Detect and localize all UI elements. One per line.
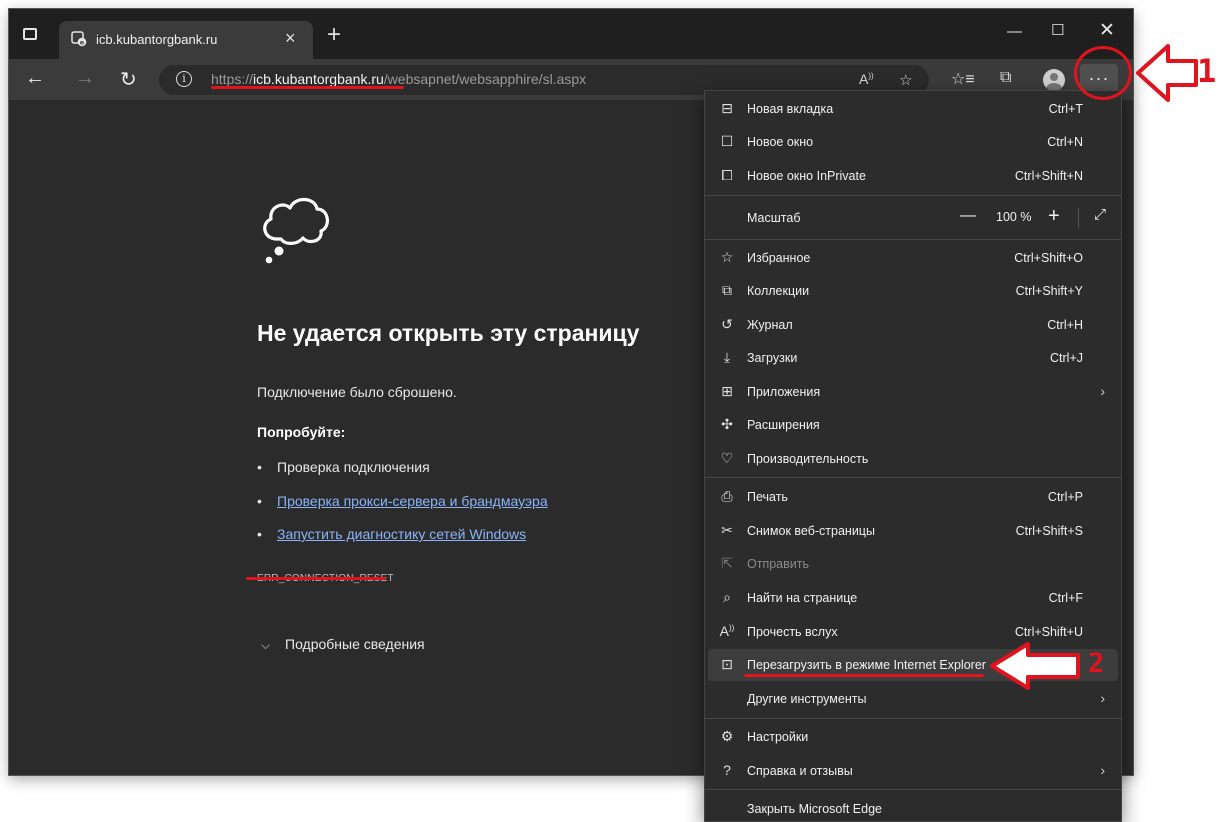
menu-separator: [705, 718, 1121, 719]
zoom-level: 100 %: [996, 210, 1032, 224]
proxy-firewall-link[interactable]: Проверка прокси-сервера и брандмауэра: [277, 493, 548, 509]
settings-menu: ⊟ Новая вкладка Ctrl+T ☐ Новое окно Ctrl+N ⧠…: [704, 90, 1122, 822]
annotation-url-underline: [211, 86, 404, 89]
tab-close-icon[interactable]: ×: [285, 28, 296, 49]
history-icon: ↺: [721, 316, 733, 332]
try-label: Попробуйте:: [257, 424, 346, 440]
chevron-right-icon: ›: [1100, 383, 1105, 399]
menu-item-find[interactable]: ⌕ Найти на странице Ctrl+F: [705, 582, 1121, 614]
back-icon[interactable]: ←: [25, 67, 45, 90]
minimize-icon[interactable]: —: [1007, 23, 1022, 40]
inprivate-icon: ⧠: [721, 167, 733, 183]
annotation-arrow-2-icon: [990, 642, 1080, 690]
url-host: icb.kubantorgbank.ru: [253, 71, 384, 87]
read-aloud-address-icon[interactable]: A)): [859, 71, 874, 87]
tab-actions-icon[interactable]: [23, 28, 37, 40]
menu-item-history[interactable]: ↺ Журнал Ctrl+H: [705, 309, 1121, 341]
screenshot-stage: e icb.kubantorgbank.ru × + — ☐ ✕ ← → ↻ i…: [0, 0, 1221, 822]
chevron-down-icon: ⌵: [261, 638, 271, 652]
menu-item-new-window[interactable]: ☐ Новое окно Ctrl+N: [705, 126, 1121, 158]
annotation-arrow-1-icon: [1136, 44, 1198, 102]
ie-mode-icon: ⊡: [721, 656, 733, 672]
address-url[interactable]: https://icb.kubantorgbank.ru/websapnet/w…: [211, 71, 586, 87]
share-icon: ⇱: [721, 555, 733, 571]
annotation-errcode-underline: [246, 577, 386, 580]
menu-item-zoom: Масштаб — 100 % + ⤢: [747, 205, 1107, 228]
performance-icon: ♡: [720, 450, 734, 466]
settings-icon: ⚙: [720, 728, 734, 744]
annotation-number-two: 2: [1088, 648, 1105, 679]
menu-item-collections[interactable]: ⧉ Коллекции Ctrl+Shift+Y: [705, 275, 1121, 307]
details-label: Подробные сведения: [285, 636, 425, 652]
menu-item-settings[interactable]: ⚙ Настройки: [705, 721, 1121, 753]
details-toggle[interactable]: ⌵ Подробные сведения: [261, 636, 425, 653]
error-subtitle: Подключение было сброшено.: [257, 384, 457, 400]
chevron-right-icon: ›: [1100, 762, 1105, 778]
url-path: /websapnet/websapphire/sl.aspx: [383, 71, 587, 87]
tab-title: icb.kubantorgbank.ru: [96, 32, 218, 47]
new-tab-button[interactable]: +: [327, 21, 341, 49]
menu-item-close-edge[interactable]: Закрыть Microsoft Edge: [705, 793, 1121, 822]
menu-item-help[interactable]: ? Справка и отзывы ›: [705, 755, 1121, 787]
annotation-circle: [1074, 46, 1132, 100]
annotation-ie-underline: [744, 674, 984, 677]
collections-icon: ⧉: [722, 282, 732, 298]
menu-item-share: ⇱ Отправить: [705, 548, 1121, 580]
new-window-icon: ☐: [720, 133, 734, 149]
favorites-icon: ☆: [720, 249, 734, 265]
menu-item-performance[interactable]: ♡ Производительность: [705, 443, 1121, 475]
thought-cloud-icon: [263, 197, 329, 264]
fullscreen-icon[interactable]: ⤢: [1094, 206, 1106, 223]
suggestion-check-connection: • Проверка подключения: [257, 459, 430, 475]
zoom-in-button[interactable]: +: [1048, 205, 1060, 228]
read-aloud-icon: A)): [719, 623, 735, 639]
collections-toolbar-icon[interactable]: ⧉: [1000, 69, 1011, 87]
find-icon: ⌕: [723, 589, 731, 605]
menu-item-print[interactable]: ⎙ Печать Ctrl+P: [705, 481, 1121, 513]
svg-text:e: e: [80, 39, 85, 47]
menu-item-apps[interactable]: ⊞ Приложения ›: [705, 376, 1121, 408]
zoom-out-button[interactable]: —: [960, 207, 976, 225]
menu-separator: [705, 789, 1121, 790]
new-tab-icon: ⊟: [721, 100, 733, 116]
chevron-right-icon: ›: [1100, 690, 1105, 706]
forward-icon[interactable]: →: [75, 67, 95, 90]
menu-item-inprivate[interactable]: ⧠ Новое окно InPrivate Ctrl+Shift+N: [705, 160, 1121, 192]
extensions-icon: ✣: [721, 416, 733, 432]
apps-icon: ⊞: [721, 383, 733, 399]
add-favorite-icon[interactable]: ☆: [899, 71, 912, 89]
refresh-icon[interactable]: ↻: [120, 67, 137, 92]
maximize-icon[interactable]: ☐: [1051, 21, 1064, 39]
url-scheme: https://: [211, 71, 254, 87]
suggestion-check-proxy[interactable]: • Проверка прокси-сервера и брандмауэра: [257, 493, 548, 509]
menu-item-favorites[interactable]: ☆ Избранное Ctrl+Shift+O: [705, 242, 1121, 274]
favorites-toolbar-icon[interactable]: ☆≡: [951, 69, 975, 89]
menu-item-web-capture[interactable]: ✂ Снимок веб-страницы Ctrl+Shift+S: [705, 515, 1121, 547]
downloads-icon: ⤓: [723, 349, 731, 365]
browser-tab[interactable]: e icb.kubantorgbank.ru ×: [59, 21, 313, 59]
site-info-icon[interactable]: i: [176, 71, 192, 87]
menu-separator: [705, 477, 1121, 478]
menu-separator: [705, 195, 1121, 196]
profile-avatar[interactable]: [1043, 69, 1065, 91]
zoom-divider: [1078, 208, 1079, 228]
title-bar: e icb.kubantorgbank.ru × + — ☐ ✕: [9, 9, 1133, 59]
menu-item-downloads[interactable]: ⤓ Загрузки Ctrl+J: [705, 342, 1121, 374]
close-window-icon[interactable]: ✕: [1099, 19, 1115, 42]
suggestion-network-diagnostics[interactable]: • Запустить диагностику сетей Windows: [257, 526, 526, 542]
ie-mode-favicon-icon: e: [71, 31, 87, 47]
help-icon: ?: [723, 762, 731, 778]
menu-separator: [705, 239, 1121, 240]
web-capture-icon: ✂: [721, 522, 733, 538]
menu-item-new-tab[interactable]: ⊟ Новая вкладка Ctrl+T: [705, 93, 1121, 125]
error-title: Не удается открыть эту страницу: [257, 320, 640, 346]
network-diagnostics-link[interactable]: Запустить диагностику сетей Windows: [277, 526, 526, 542]
print-icon: ⎙: [721, 488, 733, 504]
menu-item-extensions[interactable]: ✣ Расширения: [705, 409, 1121, 441]
annotation-number-one: 1: [1197, 52, 1217, 90]
